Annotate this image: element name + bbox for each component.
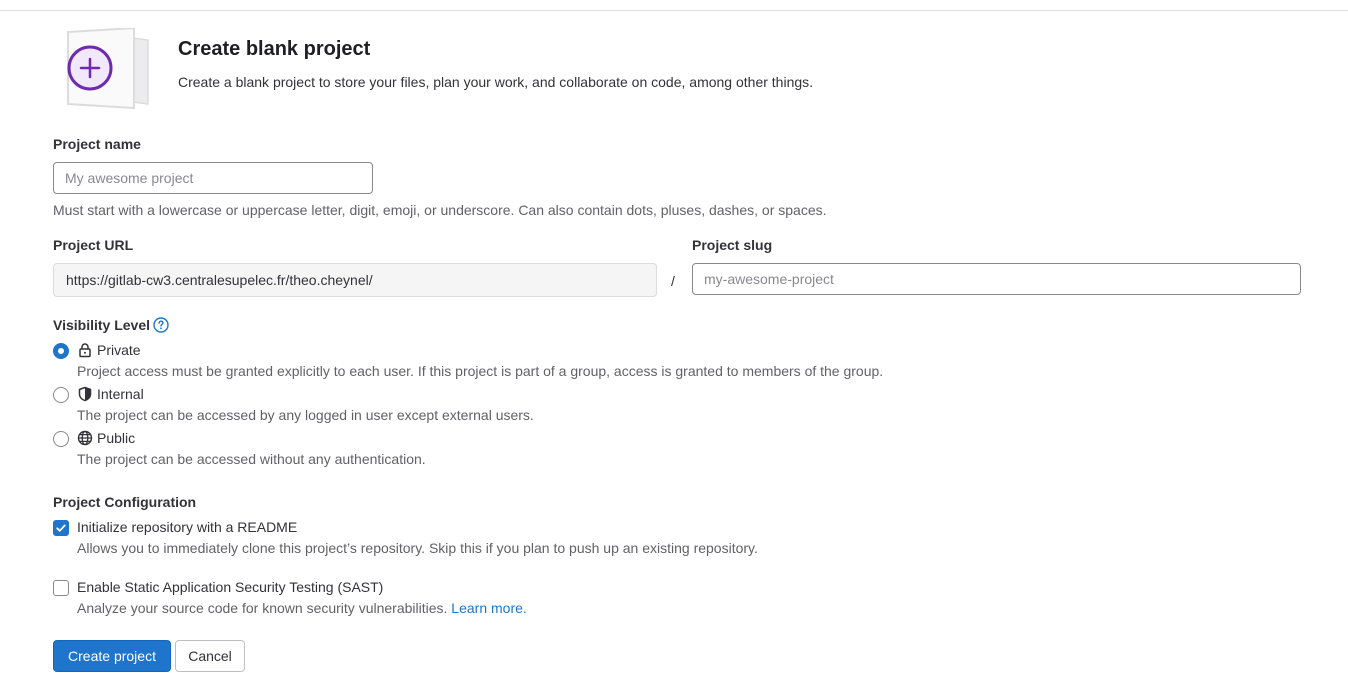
visibility-public-radio[interactable] (53, 431, 69, 447)
configuration-label: Project Configuration (53, 494, 197, 510)
project-name-help: Must start with a lowercase or uppercase… (53, 202, 827, 218)
blank-project-illustration (67, 28, 149, 110)
visibility-public-option[interactable]: Public (77, 430, 135, 446)
visibility-private-title: Private (97, 342, 141, 358)
visibility-internal-radio[interactable] (53, 387, 69, 403)
create-project-label: Create project (68, 648, 156, 664)
sast-help: Analyze your source code for known secur… (77, 600, 527, 616)
project-name-input[interactable] (53, 162, 373, 194)
readme-label[interactable]: Initialize repository with a README (77, 519, 297, 535)
visibility-label-text: Visibility Level (53, 317, 151, 333)
shield-icon (78, 386, 92, 402)
visibility-private-option[interactable]: Private (77, 342, 141, 358)
visibility-public-description: The project can be accessed without any … (77, 451, 426, 467)
page-description: Create a blank project to store your fil… (178, 74, 814, 90)
visibility-private-description: Project access must be granted explicitl… (77, 363, 884, 379)
project-url-label: Project URL (53, 237, 134, 253)
top-divider (0, 10, 1348, 11)
sast-learn-more-link[interactable]: Learn more. (451, 600, 526, 616)
visibility-private-radio[interactable] (53, 343, 69, 359)
page-title: Create blank project (178, 38, 371, 60)
readme-help: Allows you to immediately clone this pro… (77, 540, 758, 556)
check-icon (56, 524, 66, 532)
visibility-internal-title: Internal (97, 386, 144, 402)
cancel-button[interactable]: Cancel (175, 640, 245, 672)
cancel-label: Cancel (188, 648, 232, 664)
visibility-label: Visibility Level (53, 317, 169, 333)
project-url-text: https://gitlab-cw3.centralesupelec.fr/th… (66, 272, 373, 288)
globe-icon (77, 430, 93, 446)
project-slug-label: Project slug (692, 237, 773, 253)
project-url-prefix: https://gitlab-cw3.centralesupelec.fr/th… (53, 263, 657, 297)
visibility-internal-description: The project can be accessed by any logge… (77, 407, 534, 423)
visibility-internal-option[interactable]: Internal (77, 386, 144, 402)
url-separator: / (671, 273, 675, 289)
project-name-label: Project name (53, 136, 141, 152)
project-slug-input[interactable] (692, 263, 1301, 295)
lock-icon (79, 343, 91, 358)
visibility-public-title: Public (97, 430, 136, 446)
sast-label[interactable]: Enable Static Application Security Testi… (77, 579, 383, 595)
sast-help-text: Analyze your source code for known secur… (77, 600, 448, 616)
readme-checkbox[interactable] (53, 520, 69, 536)
create-project-button[interactable]: Create project (53, 640, 171, 672)
question-circle-icon[interactable] (153, 317, 169, 333)
sast-checkbox[interactable] (53, 580, 69, 596)
